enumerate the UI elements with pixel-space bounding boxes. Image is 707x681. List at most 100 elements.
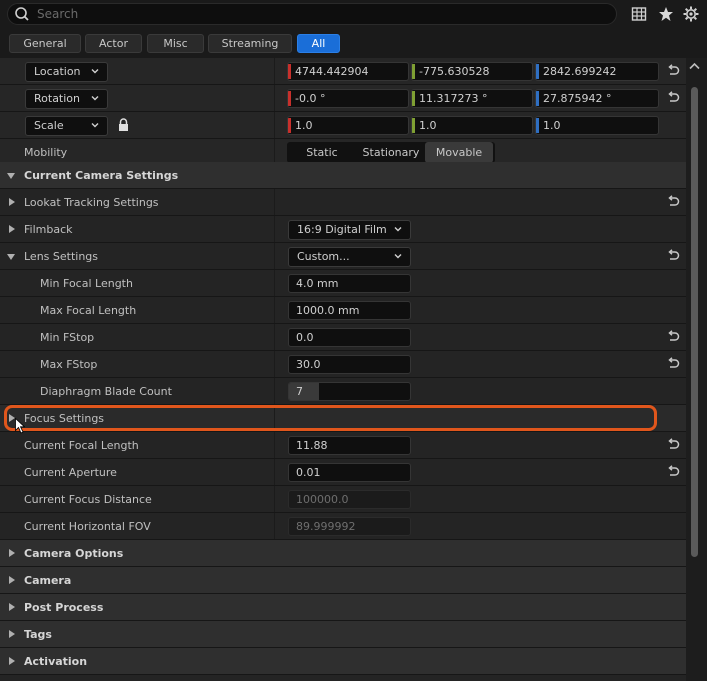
mobility-movable-option[interactable]: Movable bbox=[425, 142, 493, 163]
lock-icon[interactable] bbox=[117, 118, 130, 132]
slider-fill bbox=[289, 383, 319, 400]
rotation-dropdown[interactable]: Rotation bbox=[25, 89, 108, 109]
scale-y-value: 1.0 bbox=[419, 119, 437, 132]
category-camera-options[interactable]: Camera Options bbox=[0, 540, 686, 567]
mobility-selector: Static Stationary Movable bbox=[287, 142, 495, 163]
max-focal-row: Max Focal Length 1000.0 mm bbox=[0, 297, 686, 324]
scale-z-value: 1.0 bbox=[543, 119, 561, 132]
category-label: Camera bbox=[24, 574, 72, 587]
chevron-down-icon bbox=[394, 254, 402, 259]
caret-down-icon[interactable] bbox=[7, 254, 15, 260]
search-placeholder: Search bbox=[37, 7, 79, 21]
gear-icon[interactable] bbox=[683, 6, 699, 22]
reset-icon[interactable] bbox=[666, 465, 680, 479]
current-focal-row: Current Focal Length 11.88 bbox=[0, 432, 686, 459]
location-z-field[interactable]: 2842.699242 bbox=[535, 62, 659, 81]
current-focal-field[interactable]: 11.88 bbox=[288, 436, 411, 455]
scale-dropdown[interactable]: Scale bbox=[25, 116, 108, 136]
reset-icon[interactable] bbox=[666, 357, 680, 371]
table-icon[interactable] bbox=[631, 6, 647, 22]
location-x-field[interactable]: 4744.442904 bbox=[287, 62, 409, 81]
reset-icon[interactable] bbox=[666, 330, 680, 344]
caret-right-icon bbox=[9, 576, 15, 584]
current-focus-distance-field: 100000.0 bbox=[288, 490, 411, 509]
reset-icon[interactable] bbox=[666, 91, 680, 105]
current-aperture-label: Current Aperture bbox=[24, 466, 117, 479]
blade-count-label: Diaphragm Blade Count bbox=[40, 385, 172, 398]
divider bbox=[274, 270, 275, 296]
filmback-label: Filmback bbox=[24, 223, 73, 236]
divider bbox=[274, 324, 275, 350]
min-fstop-field[interactable]: 0.0 bbox=[288, 328, 411, 347]
location-dropdown[interactable]: Location bbox=[25, 62, 108, 82]
mouse-cursor-icon bbox=[15, 418, 25, 434]
divider bbox=[274, 112, 275, 138]
scale-z-field[interactable]: 1.0 bbox=[535, 116, 659, 135]
reset-icon[interactable] bbox=[666, 438, 680, 452]
current-focus-distance-label: Current Focus Distance bbox=[24, 493, 152, 506]
min-fstop-row: Min FStop 0.0 bbox=[0, 324, 686, 351]
location-y-value: -775.630528 bbox=[419, 65, 490, 78]
camera-settings-header[interactable]: Current Camera Settings bbox=[0, 162, 686, 189]
scale-y-field[interactable]: 1.0 bbox=[411, 116, 533, 135]
divider bbox=[274, 189, 275, 215]
category-camera[interactable]: Camera bbox=[0, 567, 686, 594]
max-focal-field[interactable]: 1000.0 mm bbox=[288, 301, 411, 320]
tab-general[interactable]: General bbox=[9, 34, 81, 53]
filmback-dropdown[interactable]: 16:9 Digital Film bbox=[288, 220, 411, 240]
mobility-stationary-option[interactable]: Stationary bbox=[357, 142, 425, 163]
chevron-down-icon bbox=[91, 123, 99, 128]
reset-icon[interactable] bbox=[666, 195, 680, 209]
location-row: Location 4744.442904 -775.630528 2842.69… bbox=[0, 58, 686, 85]
scale-x-value: 1.0 bbox=[295, 119, 313, 132]
lens-settings-value: Custom... bbox=[297, 250, 350, 263]
scrollbar-thumb[interactable] bbox=[691, 87, 698, 557]
search-input[interactable]: Search bbox=[7, 3, 617, 25]
location-y-field[interactable]: -775.630528 bbox=[411, 62, 533, 81]
rotation-y-value: 11.317273 ° bbox=[419, 92, 488, 105]
divider bbox=[274, 513, 275, 539]
tab-actor[interactable]: Actor bbox=[85, 34, 142, 53]
max-focal-label: Max Focal Length bbox=[40, 304, 137, 317]
filter-tabs: General Actor Misc Streaming All bbox=[0, 30, 707, 58]
toolbar: Search bbox=[0, 0, 707, 30]
caret-right-icon[interactable] bbox=[9, 225, 15, 233]
lens-settings-dropdown[interactable]: Custom... bbox=[288, 247, 411, 267]
rotation-z-field[interactable]: 27.875942 ° bbox=[535, 89, 659, 108]
reset-icon[interactable] bbox=[666, 249, 680, 263]
reset-icon[interactable] bbox=[666, 64, 680, 78]
divider bbox=[274, 58, 275, 84]
category-post-process[interactable]: Post Process bbox=[0, 594, 686, 621]
rotation-y-field[interactable]: 11.317273 ° bbox=[411, 89, 533, 108]
filmback-value: 16:9 Digital Film bbox=[297, 223, 387, 236]
max-fstop-field[interactable]: 30.0 bbox=[288, 355, 411, 374]
category-activation[interactable]: Activation bbox=[0, 648, 686, 675]
current-aperture-field[interactable]: 0.01 bbox=[288, 463, 411, 482]
scale-row: Scale 1.0 1.0 1.0 bbox=[0, 112, 686, 139]
scroll-up-icon[interactable] bbox=[689, 62, 700, 70]
filmback-row: Filmback 16:9 Digital Film bbox=[0, 216, 686, 243]
divider bbox=[274, 432, 275, 458]
min-fstop-label: Min FStop bbox=[40, 331, 95, 344]
blade-count-slider[interactable]: 7 bbox=[288, 382, 411, 401]
caret-right-icon bbox=[9, 657, 15, 665]
caret-right-icon bbox=[9, 603, 15, 611]
lookat-row[interactable]: Lookat Tracking Settings bbox=[0, 189, 686, 216]
divider bbox=[274, 297, 275, 323]
chevron-down-icon bbox=[91, 96, 99, 101]
category-label: Camera Options bbox=[24, 547, 124, 560]
caret-right-icon bbox=[9, 198, 15, 206]
category-tags[interactable]: Tags bbox=[0, 621, 686, 648]
tab-all[interactable]: All bbox=[297, 34, 340, 53]
star-icon[interactable] bbox=[658, 6, 674, 22]
details-panel: Location 4744.442904 -775.630528 2842.69… bbox=[0, 58, 686, 681]
mobility-static-option[interactable]: Static bbox=[287, 142, 357, 163]
tab-misc[interactable]: Misc bbox=[147, 34, 204, 53]
divider bbox=[274, 378, 275, 404]
scale-x-field[interactable]: 1.0 bbox=[287, 116, 409, 135]
tab-streaming[interactable]: Streaming bbox=[208, 34, 292, 53]
min-focal-field[interactable]: 4.0 mm bbox=[288, 274, 411, 293]
rotation-x-field[interactable]: -0.0 ° bbox=[287, 89, 409, 108]
lens-settings-label: Lens Settings bbox=[24, 250, 99, 263]
divider bbox=[274, 85, 275, 111]
